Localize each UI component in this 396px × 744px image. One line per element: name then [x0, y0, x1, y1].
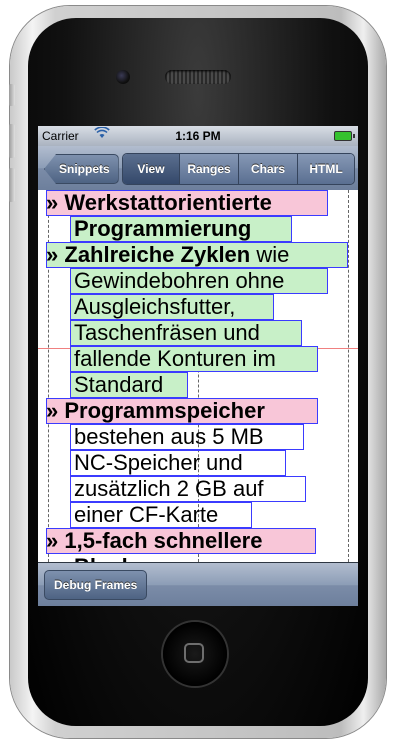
text-line: NC-Speicher und [74, 450, 243, 476]
volume-up-button [9, 124, 15, 158]
bullet-marker: » [46, 398, 59, 423]
text-line: Gewindebohren ohne [74, 268, 284, 294]
text-run: Werkstattorientierte [64, 190, 272, 215]
right-margin-guide [348, 190, 349, 562]
screen: Carrier 1:16 PM Snippets View Ranges Cha… [38, 126, 358, 606]
bullet-marker: » [46, 528, 59, 553]
text-run: Taschenfräsen und [74, 320, 260, 345]
text-line: Standard [74, 372, 163, 398]
text-run: Programmspeicher [64, 398, 265, 423]
home-square-icon [184, 643, 204, 663]
bullet-marker: » [46, 190, 59, 215]
text-line: » 1,5-fach schnellere [46, 528, 262, 554]
text-run: Programmierung [74, 216, 252, 241]
front-camera [116, 70, 130, 84]
text-line: Taschenfräsen und [74, 320, 260, 346]
text-line: Ausgleichsfutter, [74, 294, 235, 320]
navigation-bar: Snippets View Ranges Chars HTML [38, 146, 358, 191]
text-run: 1,5-fach schnellere [64, 528, 263, 553]
tab-chars[interactable]: Chars [239, 154, 298, 184]
text-line: Block- [74, 554, 141, 562]
text-run: fallende Konturen im [74, 346, 276, 371]
text-view[interactable]: » Werkstattorientierte Programmierung » … [38, 190, 358, 562]
view-mode-segmented-control: View Ranges Chars HTML [122, 153, 355, 185]
bullet-marker: » [46, 242, 59, 267]
text-run: NC-Speicher und [74, 450, 243, 475]
text-line: » Zahlreiche Zyklen wie [46, 242, 289, 268]
text-line: einer CF-Karte [74, 502, 218, 528]
text-line: Programmierung [74, 216, 251, 242]
battery-icon [334, 131, 355, 141]
tab-view[interactable]: View [123, 154, 180, 184]
text-line: bestehen aus 5 MB [74, 424, 264, 450]
tab-html[interactable]: HTML [298, 154, 354, 184]
text-run: Zahlreiche Zyklen [64, 242, 251, 267]
text-run: zusätzlich 2 GB auf [74, 476, 264, 501]
earpiece-speaker [165, 70, 231, 84]
volume-down-button [9, 168, 15, 202]
text-run: Gewindebohren ohne [74, 268, 285, 293]
snippets-back-button[interactable]: Snippets [44, 154, 119, 184]
clock: 1:16 PM [175, 129, 221, 143]
text-run: Block- [74, 554, 141, 562]
text-run: Standard [74, 372, 164, 397]
text-line: fallende Konturen im [74, 346, 276, 372]
text-run: bestehen aus 5 MB [74, 424, 264, 449]
text-line: » Programmspeicher [46, 398, 265, 424]
tab-ranges[interactable]: Ranges [180, 154, 239, 184]
bottom-toolbar: Debug Frames [38, 562, 358, 606]
text-line: » Werkstattorientierte [46, 190, 272, 216]
text-run: Ausgleichsfutter, [74, 294, 236, 319]
text-run: einer CF-Karte [74, 502, 219, 527]
text-line: zusätzlich 2 GB auf [74, 476, 264, 502]
mute-switch [9, 84, 15, 106]
text-run: wie [250, 242, 290, 267]
debug-frames-button[interactable]: Debug Frames [44, 570, 148, 600]
status-bar: Carrier 1:16 PM [38, 126, 358, 146]
